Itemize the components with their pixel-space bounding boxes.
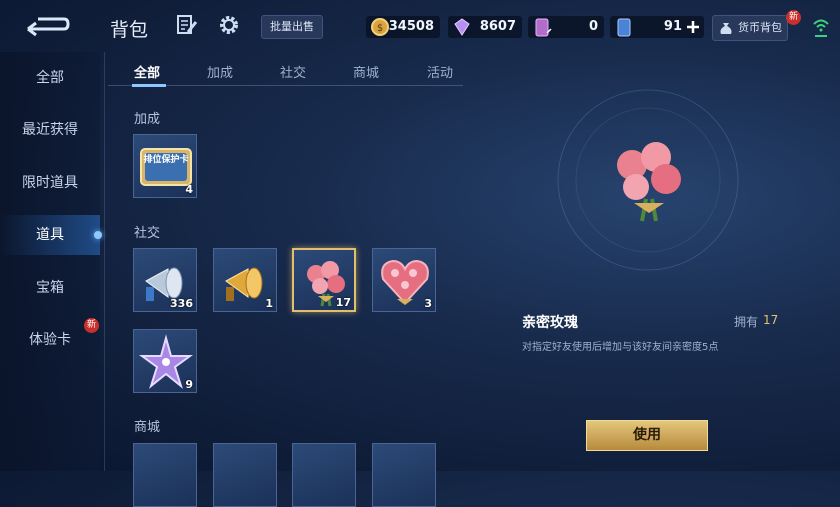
sidebar-item-limited[interactable]: 限时道具	[0, 163, 100, 203]
currency-wallet-button[interactable]: 货币背包	[712, 15, 788, 41]
top-bar: 背包 批量出售 $ 34508 8607 0 91 货币背包 新	[0, 0, 840, 52]
sidebar-item-all[interactable]: 全部	[0, 58, 100, 98]
trial-card-new-badge: 新	[84, 318, 99, 333]
tab-social[interactable]: 社交	[280, 62, 306, 81]
voucher-value: 91	[663, 19, 682, 34]
diamond-display: 8607	[448, 16, 522, 38]
item-intimate-rose[interactable]: 17	[292, 248, 356, 312]
ticket-display: 0	[528, 16, 604, 38]
page-title: 背包	[110, 19, 149, 41]
detail-owned-value: 17	[763, 313, 779, 327]
item-heart-roses[interactable]: 3	[372, 248, 436, 312]
gold-coin-value: 34508	[388, 19, 434, 34]
item-ranking-protection-card[interactable]: 排位保护卡 4	[133, 134, 197, 198]
diamond-value: 8607	[479, 19, 516, 34]
sidebar-item-chest[interactable]: 宝箱	[0, 268, 100, 308]
wallet-new-badge: 新	[786, 10, 801, 25]
use-button[interactable]: 使用	[586, 420, 708, 451]
ticket-card-icon	[535, 18, 552, 37]
item-count: 3	[424, 297, 432, 310]
item-gold-megaphone[interactable]: 1	[213, 248, 277, 312]
item-shop-3[interactable]	[292, 443, 356, 507]
ranking-card-label: 排位保护卡	[143, 155, 189, 165]
detail-owned-label: 拥有	[734, 315, 759, 329]
voucher-card-icon	[617, 18, 631, 37]
sidebar-item-props[interactable]: 道具	[0, 215, 100, 255]
add-icon[interactable]	[686, 20, 700, 34]
item-count: 4	[185, 183, 193, 196]
gold-coin-display: $ 34508	[366, 16, 440, 38]
diamond-icon	[454, 18, 470, 36]
active-indicator-dot	[94, 231, 102, 239]
money-bag-icon	[720, 23, 732, 34]
section-title-social: 社交	[134, 226, 161, 241]
item-shop-1[interactable]	[133, 443, 197, 507]
item-shop-2[interactable]	[213, 443, 277, 507]
wallet-label: 货币背包	[738, 21, 782, 34]
wifi-signal-icon	[813, 19, 829, 37]
voucher-display: 91	[610, 16, 704, 38]
tab-active-indicator	[132, 84, 166, 87]
item-shop-4[interactable]	[372, 443, 436, 507]
item-silver-megaphone[interactable]: 336	[133, 248, 197, 312]
tab-shop[interactable]: 商城	[353, 62, 379, 81]
back-button[interactable]	[24, 12, 70, 38]
detail-description: 对指定好友使用后增加与该好友间亲密度5点	[522, 342, 719, 353]
batch-sell-button[interactable]: 批量出售	[261, 15, 323, 39]
gear-icon[interactable]	[218, 14, 240, 36]
item-count: 17	[335, 296, 351, 309]
sidebar-divider	[104, 52, 105, 471]
item-purple-star[interactable]: 9	[133, 329, 197, 393]
item-count: 1	[265, 297, 273, 310]
detail-rose-bouquet-icon	[617, 142, 681, 222]
section-title-boost: 加成	[134, 112, 161, 127]
detail-item-name: 亲密玫瑰	[522, 315, 578, 331]
gold-coin-icon: $	[371, 18, 389, 36]
sidebar: 全部 最近获得 限时道具 道具 宝箱 体验卡	[0, 52, 100, 471]
ticket-value: 0	[588, 19, 598, 34]
sidebar-item-recent[interactable]: 最近获得	[0, 110, 100, 150]
tab-all[interactable]: 全部	[134, 62, 160, 81]
edit-icon[interactable]	[176, 14, 198, 36]
item-count: 336	[170, 297, 193, 310]
section-title-shop: 商城	[134, 420, 161, 435]
tab-boost[interactable]: 加成	[207, 62, 233, 81]
tab-event[interactable]: 活动	[427, 62, 453, 81]
item-count: 9	[185, 378, 193, 391]
svg-text:$: $	[377, 23, 383, 34]
back-arrow-icon	[27, 17, 70, 37]
